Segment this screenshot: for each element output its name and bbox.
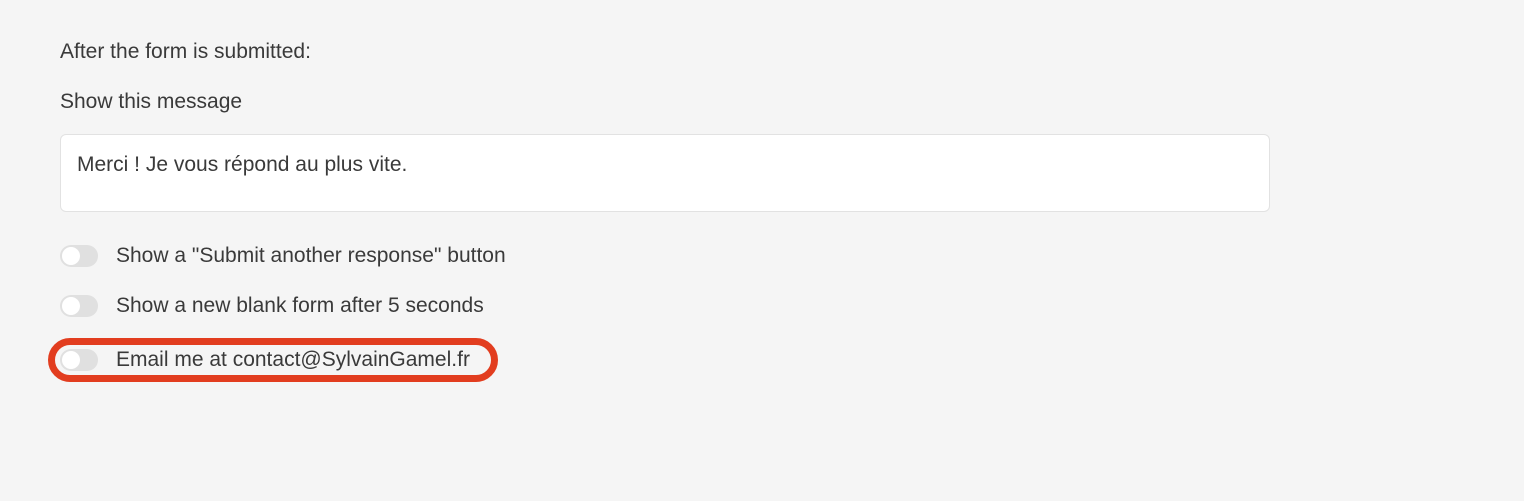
toggle-blank-form[interactable] bbox=[60, 295, 98, 317]
toggle-knob bbox=[62, 247, 80, 265]
toggle-submit-another[interactable] bbox=[60, 245, 98, 267]
toggle-label-blank-form: Show a new blank form after 5 seconds bbox=[116, 294, 484, 318]
message-field-label: Show this message bbox=[60, 90, 1464, 114]
toggle-knob bbox=[62, 351, 80, 369]
toggle-email-me[interactable] bbox=[60, 349, 98, 371]
message-input[interactable] bbox=[60, 134, 1270, 212]
toggle-row-blank-form: Show a new blank form after 5 seconds bbox=[60, 294, 1464, 318]
toggle-label-submit-another: Show a "Submit another response" button bbox=[116, 244, 506, 268]
toggle-row-email-me: Email me at contact@SylvainGamel.fr bbox=[60, 348, 470, 372]
toggle-label-email-me: Email me at contact@SylvainGamel.fr bbox=[116, 348, 470, 372]
highlighted-option-email-me: Email me at contact@SylvainGamel.fr bbox=[48, 338, 498, 382]
toggle-knob bbox=[62, 297, 80, 315]
section-title: After the form is submitted: bbox=[60, 40, 1464, 64]
toggle-row-submit-another: Show a "Submit another response" button bbox=[60, 244, 1464, 268]
